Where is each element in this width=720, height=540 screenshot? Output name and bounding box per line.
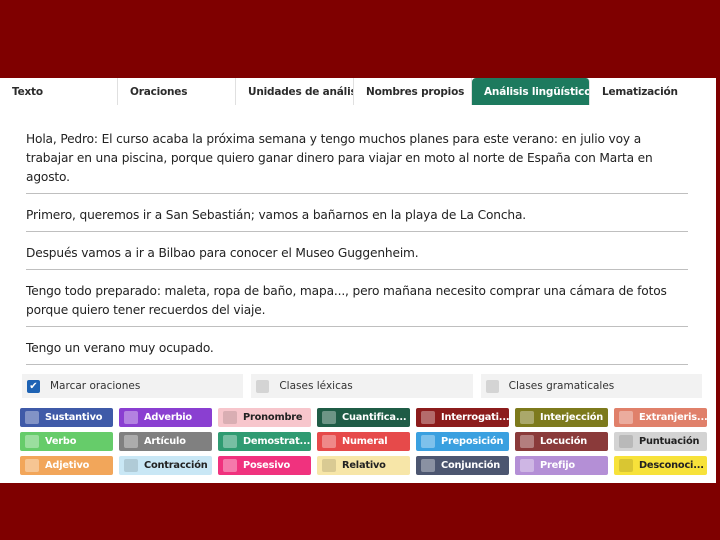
category-label: Posesivo	[243, 460, 291, 471]
category-label: Locución	[540, 436, 588, 447]
color-swatch-icon	[25, 411, 39, 424]
sentence-list: Hola, Pedro: El curso acaba la próxima s…	[26, 128, 688, 402]
sentence[interactable]: Hola, Pedro: El curso acaba la próxima s…	[26, 128, 688, 194]
category-chip[interactable]: Demostrat...	[218, 432, 311, 451]
color-swatch-icon	[619, 411, 633, 424]
color-swatch-icon	[322, 411, 336, 424]
color-swatch-icon	[421, 459, 435, 472]
option-clases-gramaticales[interactable]: Clases gramaticales	[480, 374, 702, 398]
sentence[interactable]: Tengo todo preparado: maleta, ropa de ba…	[26, 270, 688, 327]
category-label: Extranjeris...	[639, 412, 707, 423]
category-chip[interactable]: Verbo	[20, 432, 113, 451]
tab-nombres-propios[interactable]: Nombres propios	[354, 78, 472, 105]
color-swatch-icon	[322, 435, 336, 448]
category-chip[interactable]: Preposición	[416, 432, 509, 451]
color-swatch-icon	[124, 459, 138, 472]
category-label: Relativo	[342, 460, 386, 471]
category-chip[interactable]: Locución	[515, 432, 608, 451]
category-label: Adverbio	[144, 412, 192, 423]
option-label: Clases gramaticales	[508, 380, 615, 392]
color-swatch-icon	[619, 459, 633, 472]
category-chip[interactable]: Interrogati...	[416, 408, 509, 427]
category-label: Desconoci...	[639, 460, 704, 471]
category-chip[interactable]: Adverbio	[119, 408, 212, 427]
category-label: Verbo	[45, 436, 77, 447]
tab-analisis-linguistico[interactable]: Análisis lingüístico	[472, 78, 590, 105]
category-chip[interactable]: Desconoci...	[614, 456, 707, 475]
category-chip[interactable]: Artículo	[119, 432, 212, 451]
option-label: Clases léxicas	[279, 380, 353, 392]
tab-bar: Texto Oraciones Unidades de análisis Nom…	[0, 78, 716, 105]
category-chip[interactable]: Sustantivo	[20, 408, 113, 427]
color-swatch-icon	[223, 459, 237, 472]
category-label: Interjección	[540, 412, 604, 423]
color-swatch-icon	[25, 435, 39, 448]
sentence[interactable]: Tengo un verano muy ocupado.	[26, 327, 688, 365]
category-chip[interactable]: Contracción	[119, 456, 212, 475]
tab-unidades-de-analisis[interactable]: Unidades de análisis	[236, 78, 354, 105]
category-chip[interactable]: Numeral	[317, 432, 410, 451]
category-chip[interactable]: Prefijo	[515, 456, 608, 475]
checkbox-unchecked-icon[interactable]	[256, 379, 270, 393]
color-swatch-icon	[124, 435, 138, 448]
category-label: Conjunción	[441, 460, 501, 471]
color-swatch-icon	[124, 411, 138, 424]
category-chip[interactable]: Adjetivo	[20, 456, 113, 475]
category-label: Preposición	[441, 436, 504, 447]
category-chip[interactable]: Extranjeris...	[614, 408, 707, 427]
sentence[interactable]: Primero, queremos ir a San Sebastián; va…	[26, 194, 688, 232]
option-label: Marcar oraciones	[50, 380, 141, 392]
category-label: Adjetivo	[45, 460, 90, 471]
category-label: Numeral	[342, 436, 388, 447]
category-chip[interactable]: Puntuación	[614, 432, 707, 451]
category-label: Sustantivo	[45, 412, 103, 423]
tab-lematizacion[interactable]: Lematización	[590, 78, 716, 105]
color-swatch-icon	[421, 435, 435, 448]
option-marcar-oraciones[interactable]: ✔ Marcar oraciones	[22, 374, 244, 398]
category-label: Pronombre	[243, 412, 303, 423]
category-chip[interactable]: Posesivo	[218, 456, 311, 475]
color-swatch-icon	[520, 435, 534, 448]
category-label: Interrogati...	[441, 412, 509, 423]
option-clases-lexicas[interactable]: Clases léxicas	[251, 374, 473, 398]
sentence[interactable]: Después vamos a ir a Bilbao para conocer…	[26, 232, 688, 270]
tab-texto[interactable]: Texto	[0, 78, 118, 105]
color-swatch-icon	[619, 435, 633, 448]
tab-oraciones[interactable]: Oraciones	[118, 78, 236, 105]
color-swatch-icon	[223, 435, 237, 448]
category-chip[interactable]: Interjección	[515, 408, 608, 427]
category-chip[interactable]: Conjunción	[416, 456, 509, 475]
category-label: Artículo	[144, 436, 186, 447]
category-label: Cuantifica...	[342, 412, 407, 423]
checkbox-checked-icon[interactable]: ✔	[27, 379, 40, 393]
category-chip[interactable]: Pronombre	[218, 408, 311, 427]
category-label: Contracción	[144, 460, 208, 471]
category-chip[interactable]: Cuantifica...	[317, 408, 410, 427]
color-swatch-icon	[223, 411, 237, 424]
category-label: Prefijo	[540, 460, 575, 471]
category-label: Puntuación	[639, 436, 700, 447]
color-swatch-icon	[520, 411, 534, 424]
category-label: Demostrat...	[243, 436, 311, 447]
color-swatch-icon	[520, 459, 534, 472]
analysis-panel: Texto Oraciones Unidades de análisis Nom…	[0, 78, 716, 483]
category-chip[interactable]: Relativo	[317, 456, 410, 475]
color-swatch-icon	[322, 459, 336, 472]
display-options: ✔ Marcar oraciones Clases léxicas Clases…	[22, 374, 702, 398]
color-swatch-icon	[421, 411, 435, 424]
category-legend: Sustantivo Adverbio Pronombre Cuantifica...…	[20, 408, 710, 475]
color-swatch-icon	[25, 459, 39, 472]
checkbox-unchecked-icon[interactable]	[485, 379, 499, 393]
